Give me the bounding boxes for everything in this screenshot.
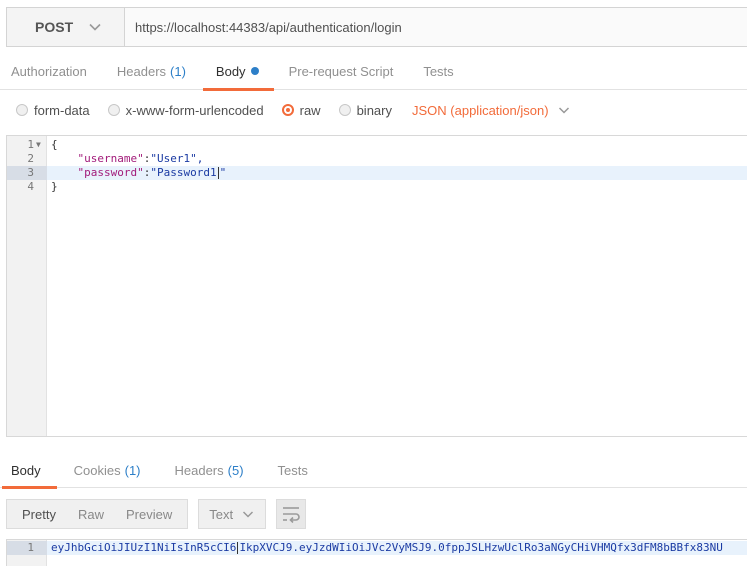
tab-tests[interactable]: Tests xyxy=(408,52,468,90)
tab-authorization[interactable]: Authorization xyxy=(0,52,102,90)
tab-body[interactable]: Body xyxy=(201,52,274,91)
fold-arrow-icon[interactable]: ▼ xyxy=(36,138,41,152)
modified-dot-icon xyxy=(250,67,259,75)
response-tab-tests[interactable]: Tests xyxy=(261,452,325,488)
tab-label: Tests xyxy=(423,63,454,79)
text-cursor xyxy=(217,167,219,179)
view-pretty-button[interactable]: Pretty xyxy=(7,500,67,528)
line-number: 1 xyxy=(27,138,34,151)
tab-label: Tests xyxy=(277,462,308,478)
code-text: } xyxy=(51,180,58,193)
radio-circle-icon xyxy=(16,104,28,116)
content-type-label: JSON (application/json) xyxy=(412,102,549,118)
radio-raw[interactable]: raw xyxy=(281,102,321,118)
json-key: "password" xyxy=(77,166,144,179)
radio-form-data[interactable]: form-data xyxy=(16,103,90,118)
headers-count: (5) xyxy=(227,462,244,478)
token-part-1: eyJhbGciOiJIUzI1NiIsInR5cCI6 xyxy=(51,541,237,554)
tab-headers[interactable]: Headers (1) xyxy=(102,52,201,90)
tab-label: Headers xyxy=(116,63,167,79)
tab-label: Authorization xyxy=(11,63,87,79)
json-value: "User1", xyxy=(150,152,204,165)
radio-label: x-www-form-urlencoded xyxy=(125,102,264,118)
request-tabs: Authorization Headers (1) Body Pre-reque… xyxy=(0,52,747,91)
line-number: 4 xyxy=(27,180,34,193)
json-key: "username" xyxy=(77,152,144,165)
line-number: 2 xyxy=(27,152,34,165)
editor-line: 2 "username":"User1", xyxy=(7,152,747,166)
view-raw-button[interactable]: Raw xyxy=(67,500,115,528)
code-text: { xyxy=(51,138,58,151)
chevron-down-icon xyxy=(558,107,569,114)
url-text: https://localhost:44383/api/authenticati… xyxy=(135,19,402,35)
json-value: "Password1 xyxy=(150,166,217,179)
response-tab-headers[interactable]: Headers (5) xyxy=(158,452,261,488)
tab-label: Cookies xyxy=(73,462,121,478)
radio-label: raw xyxy=(299,102,321,118)
code-text: "username":"User1", xyxy=(77,152,204,165)
radio-binary[interactable]: binary xyxy=(338,102,392,118)
tab-label: Body xyxy=(215,63,246,79)
response-toolbar: Pretty Raw Preview Text xyxy=(6,499,307,529)
radio-circle-icon xyxy=(338,104,351,116)
radio-urlencoded[interactable]: x-www-form-urlencoded xyxy=(107,102,264,118)
chevron-down-icon xyxy=(89,23,101,31)
method-select[interactable]: POST xyxy=(7,8,125,46)
format-label: Text xyxy=(209,506,234,522)
request-bar: POST https://localhost:44383/api/authent… xyxy=(6,7,747,47)
line-number: 1 xyxy=(7,541,47,555)
body-type-selector: form-data x-www-form-urlencoded raw bina… xyxy=(0,96,571,124)
radio-circle-icon xyxy=(107,104,120,116)
token-part-2: IkpXVCJ9.eyJzdWIiOiJVc2VyMSJ9.0fppJSLHzw… xyxy=(239,541,723,554)
wrap-lines-icon xyxy=(283,507,300,523)
radio-checked-icon xyxy=(281,104,294,116)
tab-label: Pre-request Script xyxy=(288,63,394,79)
cookies-count: (1) xyxy=(124,462,141,478)
request-body-editor[interactable]: 1 ▼ { 2 "username":"User1", 3 "password"… xyxy=(6,135,747,437)
response-tab-body[interactable]: Body xyxy=(0,452,57,489)
json-value-end: " xyxy=(219,166,227,179)
content-type-dropdown[interactable]: JSON (application/json) xyxy=(412,103,571,118)
format-dropdown[interactable]: Text xyxy=(198,499,267,529)
editor-line: 4 } xyxy=(7,180,747,194)
headers-count: (1) xyxy=(170,63,186,79)
radio-label: form-data xyxy=(34,102,90,118)
code-text: "password":"Password1 " xyxy=(77,166,227,179)
url-input[interactable]: https://localhost:44383/api/authenticati… xyxy=(125,8,747,46)
chevron-down-icon xyxy=(243,511,254,518)
tab-label: Body xyxy=(11,462,41,478)
radio-label: binary xyxy=(356,102,392,118)
tab-label: Headers xyxy=(174,462,224,478)
editor-line-active: 3 "password":"Password1 " xyxy=(7,166,747,180)
response-line: 1 eyJhbGciOiJIUzI1NiIsInR5cCI6 IkpXVCJ9.e… xyxy=(7,541,747,555)
line-number: 3 xyxy=(7,166,47,180)
method-label: POST xyxy=(35,19,74,35)
view-mode-selector: Pretty Raw Preview xyxy=(6,499,189,529)
response-tab-cookies[interactable]: Cookies (1) xyxy=(57,452,158,488)
response-tabs: Body Cookies (1) Headers (5) Tests xyxy=(0,452,747,489)
tab-pre-request-script[interactable]: Pre-request Script xyxy=(274,52,409,90)
response-text: eyJhbGciOiJIUzI1NiIsInR5cCI6 IkpXVCJ9.eyJ… xyxy=(51,541,723,555)
response-body-viewer[interactable]: 1 eyJhbGciOiJIUzI1NiIsInR5cCI6 IkpXVCJ9.e… xyxy=(6,539,747,566)
editor-line: 1 ▼ { xyxy=(7,138,747,152)
wrap-lines-button[interactable] xyxy=(276,499,307,529)
view-preview-button[interactable]: Preview xyxy=(115,500,187,528)
